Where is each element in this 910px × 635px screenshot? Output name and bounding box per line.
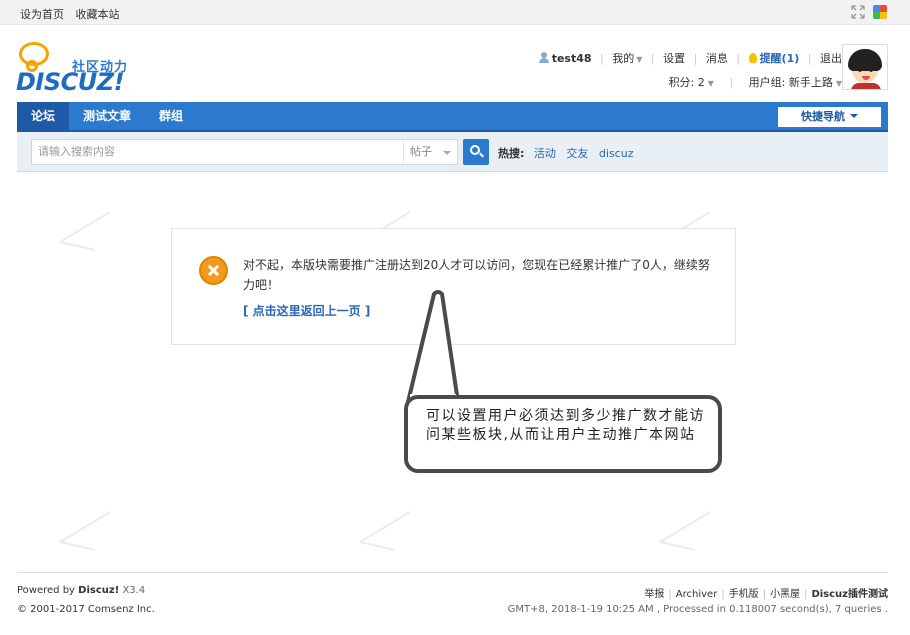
header: 社区动力 DISCUZ! test48 | 我的 ▼ | 设置 | 消息 | 提醒… <box>16 26 890 102</box>
powered-by: Powered by Discuz! X3.4 <box>17 585 146 596</box>
usergroup-menu[interactable]: 用户组: 新手上路 ▼ <box>749 76 842 89</box>
notice-box: 对不起，本版块需要推广注册达到20人才可以访问，您现在已经累计推广了0人，继续努… <box>171 228 736 345</box>
callout-annotation: 可以设置用户必须达到多少推广数才能访问某些板块,从而让用户主动推广本网站 <box>404 395 722 473</box>
top-links: 设为首页 收藏本站 <box>20 6 128 22</box>
user-stats: 积分: 2 ▼ | 用户组: 新手上路 ▼ <box>668 76 842 89</box>
search-button[interactable] <box>463 139 489 165</box>
footer-link-report[interactable]: 举报 <box>644 589 664 600</box>
logo-bubble-icon <box>19 42 49 72</box>
notice-message: 对不起，本版块需要推广注册达到20人才可以访问，您现在已经累计推广了0人，继续努… <box>243 258 710 292</box>
messages-link[interactable]: 消息 <box>706 50 728 66</box>
nav-tab-test-articles[interactable]: 测试文章 <box>69 102 145 130</box>
logout-link[interactable]: 退出 <box>820 50 842 66</box>
footer-divider <box>17 572 888 573</box>
footer-link-mobile[interactable]: 手机版 <box>729 589 759 600</box>
main-nav: 论坛 测试文章 群组 快捷导航 <box>17 102 888 132</box>
hot-keyword[interactable]: 活动 <box>534 147 556 160</box>
username-link[interactable]: test48 <box>538 52 592 65</box>
footer-link-blackroom[interactable]: 小黑屋 <box>770 589 800 600</box>
discuz-link[interactable]: Discuz! <box>78 585 119 596</box>
search-input[interactable]: 请输入搜索内容 <box>31 139 418 165</box>
mine-menu[interactable]: 我的 ▼ <box>612 50 642 66</box>
footer-link-archiver[interactable]: Archiver <box>676 589 718 600</box>
theme-icon[interactable] <box>873 5 887 19</box>
user-icon <box>538 52 549 63</box>
nav-tab-forum[interactable]: 论坛 <box>17 102 70 130</box>
fullscreen-icon[interactable] <box>851 5 865 19</box>
avatar[interactable] <box>842 44 888 90</box>
chevron-down-icon: ▼ <box>707 79 714 88</box>
nav-tab-groups[interactable]: 群组 <box>145 102 197 130</box>
logo-wordmark: DISCUZ! <box>16 68 125 96</box>
set-home-link[interactable]: 设为首页 <box>20 8 64 21</box>
hot-search: 热搜: 活动 交友 discuz <box>498 145 640 161</box>
remind-link[interactable]: 提醒(1) <box>748 50 799 66</box>
top-bar: 设为首页 收藏本站 <box>0 0 910 25</box>
bulb-icon <box>748 53 757 63</box>
hot-keyword[interactable]: 交友 <box>566 147 588 160</box>
copyright: © 2001-2017 Comsenz Inc. <box>17 604 155 615</box>
chevron-down-icon: ▼ <box>636 55 643 64</box>
points-menu[interactable]: 积分: 2 ▼ <box>669 76 714 89</box>
hot-search-label: 热搜: <box>498 147 525 160</box>
chevron-down-icon <box>443 151 451 155</box>
bookmark-link[interactable]: 收藏本站 <box>76 8 120 21</box>
chevron-down-icon <box>850 114 858 118</box>
footer-stats: GMT+8, 2018-1-19 10:25 AM , Processed in… <box>507 604 888 615</box>
hot-keyword[interactable]: discuz <box>599 147 634 160</box>
quick-nav-button[interactable]: 快捷导航 <box>778 107 881 127</box>
settings-link[interactable]: 设置 <box>663 50 685 66</box>
search-type-select[interactable]: 帖子 <box>403 139 458 165</box>
user-bar: test48 | 我的 ▼ | 设置 | 消息 | 提醒(1) | 退出 <box>538 50 842 66</box>
footer-site-name[interactable]: Discuz插件测试 <box>811 589 888 600</box>
error-icon <box>199 256 228 285</box>
footer-links: 举报 | Archiver | 手机版 | 小黑屋 | Discuz插件测试 <box>644 589 888 600</box>
site-logo[interactable]: 社区动力 DISCUZ! <box>16 34 146 96</box>
back-link[interactable]: [ 点击这里返回上一页 ] <box>243 302 370 319</box>
search-bar: 请输入搜索内容 帖子 热搜: 活动 交友 discuz <box>17 132 888 172</box>
